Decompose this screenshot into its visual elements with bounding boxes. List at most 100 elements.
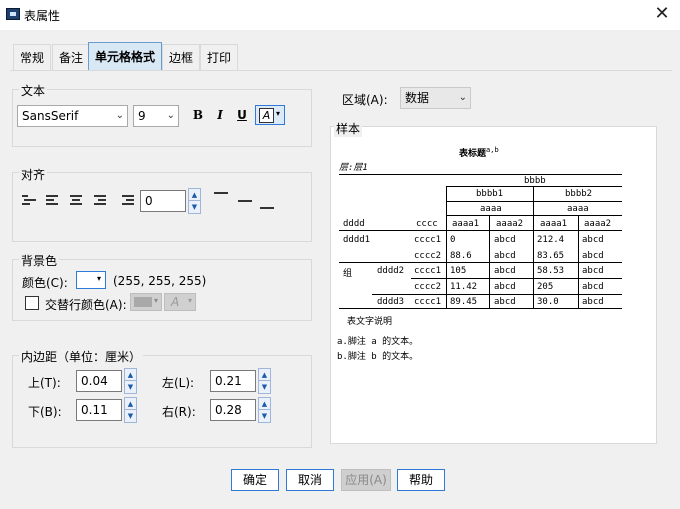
ok-button[interactable]: 确定 — [231, 469, 279, 491]
table-cell: 88.6 — [450, 251, 472, 261]
chevron-down-icon: ⌄ — [115, 110, 124, 121]
chevron-up-icon[interactable]: ▲ — [125, 369, 136, 381]
padding-top-input[interactable]: 0.04 — [76, 370, 122, 392]
align-left-icon[interactable] — [46, 195, 60, 207]
row-dddd: dddd1 — [343, 235, 371, 245]
valign-middle-icon[interactable] — [238, 200, 252, 202]
color-swatch — [134, 297, 152, 307]
padding-left-stepper[interactable]: ▲ ▼ — [258, 368, 271, 394]
table-cell: 212.4 — [537, 235, 565, 245]
table-cell: abcd — [494, 251, 516, 261]
background-color-label: 背景色 — [19, 252, 60, 269]
header-col: aaaa1 — [452, 219, 480, 229]
padding-bottom-label: 下(B): — [28, 405, 62, 419]
italic-button[interactable]: I — [211, 106, 229, 124]
table-rule — [372, 294, 622, 295]
font-family-value: SansSerif — [22, 109, 79, 123]
chevron-down-icon[interactable]: ▼ — [125, 410, 136, 422]
align-center-icon[interactable] — [70, 195, 84, 207]
padding-bottom-stepper[interactable]: ▲ ▼ — [124, 397, 137, 423]
chevron-down-icon[interactable]: ▼ — [189, 201, 200, 213]
alternate-row-checkbox[interactable] — [25, 296, 39, 310]
chevron-down-icon[interactable]: ▼ — [259, 381, 270, 393]
chevron-down-icon: ▾ — [276, 109, 281, 118]
text-color-button[interactable]: A ▾ — [255, 105, 285, 125]
align-group-label: 对齐 — [19, 166, 48, 183]
padding-top-stepper[interactable]: ▲ ▼ — [124, 368, 137, 394]
text-color-icon: A — [259, 108, 274, 123]
font-family-select[interactable]: SansSerif ⌄ — [17, 105, 128, 127]
table-rule-header — [339, 230, 622, 231]
row-dddd: dddd2 — [377, 266, 405, 276]
chevron-down-icon[interactable]: ▼ — [259, 410, 270, 422]
chevron-up-icon[interactable]: ▲ — [189, 189, 200, 201]
padding-right-label: 右(R): — [162, 405, 196, 419]
bold-button[interactable]: B — [189, 106, 207, 124]
cancel-button[interactable]: 取消 — [286, 469, 334, 491]
sample-title-sup: a,b — [486, 146, 499, 154]
apply-button[interactable]: 应用(A) — [341, 469, 391, 491]
background-color-button[interactable]: ▾ — [76, 271, 106, 289]
font-size-select[interactable]: 9 ⌄ — [133, 105, 179, 127]
table-cell: 89.45 — [450, 297, 478, 307]
row-cccc: cccc2 — [414, 251, 442, 261]
sample-title-text: 表标题 — [459, 149, 487, 159]
table-cell: 0 — [450, 235, 456, 245]
valign-bottom-icon[interactable] — [260, 207, 274, 209]
tab-notes[interactable]: 备注 — [52, 44, 91, 70]
padding-right-input[interactable]: 0.28 — [210, 399, 256, 421]
header-col: aaaa2 — [496, 219, 524, 229]
alternate-row-text-color-button[interactable]: A ▾ — [164, 293, 196, 311]
table-cell: abcd — [494, 282, 516, 292]
help-button[interactable]: 帮助 — [397, 469, 445, 491]
table-rule — [446, 215, 622, 216]
alternate-row-color-button[interactable]: ▾ — [130, 293, 162, 311]
indent-align-icon[interactable] — [22, 195, 36, 207]
padding-bottom-input[interactable]: 0.11 — [76, 399, 122, 421]
tab-general[interactable]: 常规 — [13, 44, 52, 70]
area-value: 数据 — [405, 91, 430, 105]
table-cell: abcd — [582, 266, 604, 276]
table-rule-top — [339, 174, 622, 175]
sample-layer: 层:层1 — [339, 163, 368, 173]
window-title: 表属性 — [24, 9, 61, 23]
table-rule-bottom — [339, 308, 622, 309]
table-cell: 83.65 — [537, 251, 565, 261]
table-cell: abcd — [582, 251, 604, 261]
decimal-align-icon[interactable] — [122, 195, 136, 207]
tab-borders[interactable]: 边框 — [162, 44, 201, 70]
row-dddd: dddd3 — [377, 297, 405, 307]
chevron-down-icon: ▾ — [154, 296, 159, 305]
chevron-down-icon[interactable]: ▼ — [125, 381, 136, 393]
align-right-icon[interactable] — [94, 195, 108, 207]
padding-left-input[interactable]: 0.21 — [210, 370, 256, 392]
table-col-line — [489, 215, 490, 308]
close-button[interactable]: ✕ — [648, 2, 676, 26]
chevron-up-icon[interactable]: ▲ — [259, 369, 270, 381]
indent-input[interactable]: 0 — [140, 190, 186, 212]
table-cell: 30.0 — [537, 297, 559, 307]
header-bbbb2: bbbb2 — [565, 189, 593, 199]
table-cell: abcd — [494, 235, 516, 245]
chevron-up-icon[interactable]: ▲ — [125, 398, 136, 410]
header-bbbb1: bbbb1 — [476, 189, 504, 199]
underline-button[interactable]: U — [233, 106, 251, 124]
padding-right-stepper[interactable]: ▲ ▼ — [258, 397, 271, 423]
valign-top-icon[interactable] — [214, 192, 228, 194]
indent-stepper[interactable]: ▲ ▼ — [188, 188, 201, 214]
header-cccc: cccc — [416, 219, 438, 229]
tab-cell-format[interactable]: 单元格格式 — [88, 42, 163, 71]
tab-print[interactable]: 打印 — [200, 44, 239, 70]
header-dddd: dddd — [343, 219, 365, 229]
color-label: 颜色(C): — [22, 276, 68, 290]
table-rule — [446, 201, 622, 202]
table-col-line — [578, 215, 579, 308]
table-col-line — [446, 186, 447, 308]
background-color-value: (255, 255, 255) — [113, 274, 207, 288]
area-select[interactable]: 数据 ⌄ — [400, 87, 471, 109]
header-bbbb: bbbb — [524, 176, 546, 186]
header-col: aaaa1 — [540, 219, 568, 229]
chevron-up-icon[interactable]: ▲ — [259, 398, 270, 410]
sample-table-title: 表标题a,b — [459, 146, 499, 159]
font-size-value: 9 — [138, 109, 146, 123]
